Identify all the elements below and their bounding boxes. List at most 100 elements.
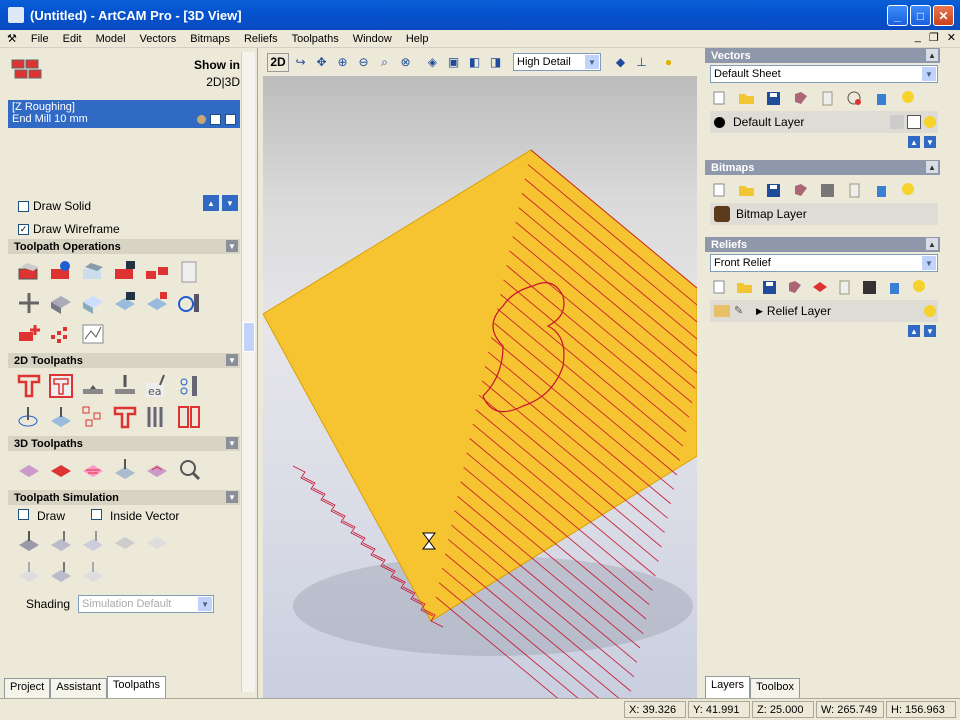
lightbulb-on-icon[interactable] [911,279,928,295]
save-icon[interactable] [765,182,782,198]
scroll-thumb[interactable] [243,322,255,352]
grayscale-icon[interactable] [819,182,836,198]
rotate-icon[interactable]: ↪ [291,53,310,72]
draw-wireframe-row[interactable]: ✓ Draw Wireframe [18,222,240,236]
toolpath-info-icon[interactable] [48,259,74,285]
simulate-selected-icon[interactable] [80,528,106,554]
shading-select[interactable]: Simulation Default ▼ [78,595,215,613]
delete-simulation-icon[interactable] [16,559,42,585]
front-view-icon[interactable]: ▣ [444,53,463,72]
layer-up-arrow-icon[interactable]: ▲ [908,136,920,148]
lock-icon[interactable] [890,115,904,129]
reliefs-header[interactable]: Reliefs ▲ [705,237,940,252]
merge-layers-icon[interactable] [846,90,863,106]
shaded-icon[interactable]: ◆ [611,53,630,72]
tab-toolpaths[interactable]: Toolpaths [106,676,166,698]
relief-down-arrow-icon[interactable]: ▼ [924,325,936,337]
dropdown-arrow-icon[interactable]: ▼ [585,55,599,69]
left-view-icon[interactable]: ◧ [465,53,484,72]
combine-relief-icon[interactable] [811,279,828,295]
dropdown-arrow-icon[interactable]: ▼ [922,67,936,81]
open-folder-icon[interactable] [738,182,755,198]
tab-layers[interactable]: Layers [705,676,751,698]
tab-assistant[interactable]: Assistant [50,678,107,698]
move-down-arrow-icon[interactable]: ▼ [222,195,238,211]
2d-view-button[interactable]: 2D [267,52,289,72]
save-icon[interactable] [765,90,782,106]
toolpath-drawing-icon[interactable] [80,321,106,347]
menu-file[interactable]: File [24,33,56,45]
relief-layer-icon[interactable] [714,305,730,317]
z-level-roughing-icon[interactable] [80,456,106,482]
toolpath-operations-header[interactable]: Toolpath Operations ▼ [8,239,240,254]
layer-down-arrow-icon[interactable]: ▼ [924,136,936,148]
calculate-toolpath-icon[interactable] [16,259,42,285]
dropdown-arrow-icon[interactable]: ▼ [922,256,936,270]
feature-machining-icon[interactable] [48,404,74,430]
area-clearance-icon[interactable] [48,373,74,399]
material-setup-icon[interactable] [48,290,74,316]
toolpath-stack-icon[interactable] [10,56,44,84]
edit-toolpath-icon[interactable] [80,259,106,285]
bitmap-thumbnail-icon[interactable] [714,206,730,222]
tab-toolbox[interactable]: Toolbox [750,678,800,698]
mdi-close-button[interactable]: ✕ [947,31,956,44]
toolpath-tools-icon[interactable] [176,290,202,316]
save-toolpath-icon[interactable] [112,259,138,285]
add-relief-icon[interactable]: ✎ [734,304,750,318]
collapse-icon[interactable]: ▼ [226,354,238,366]
toolpath-points-icon[interactable] [48,321,74,347]
bitmaps-header[interactable]: Bitmaps ▲ [705,160,940,175]
toolpath-template-icon[interactable] [144,290,170,316]
3d-toolpaths-header[interactable]: 3D Toolpaths ▼ [8,436,240,451]
mdi-minimize-button[interactable]: _ [915,31,921,44]
draw-solid-checkbox[interactable] [18,201,29,213]
menu-edit[interactable]: Edit [56,33,89,45]
relief-up-arrow-icon[interactable]: ▲ [908,325,920,337]
visibility-bulb-icon[interactable] [924,116,936,128]
light-bulb-icon[interactable]: ● [659,53,678,72]
tab-project[interactable]: Project [4,678,51,698]
expand-arrow-icon[interactable]: ▶ [756,306,763,317]
collapse-icon[interactable]: ▲ [926,238,938,250]
collapse-icon[interactable]: ▼ [226,491,238,503]
pen-icon[interactable] [907,115,921,129]
menu-window[interactable]: Window [346,33,399,45]
menu-bitmaps[interactable]: Bitmaps [183,33,237,45]
show-modes-label[interactable]: 2D|3D [206,75,240,89]
simulation-block-2-icon[interactable] [144,528,170,554]
relief-layer-row[interactable]: ✎ ▶ Relief Layer [710,300,938,322]
relief-select[interactable]: Front Relief ▼ [710,254,938,272]
collapse-icon[interactable]: ▼ [226,437,238,449]
layer-properties-icon[interactable] [819,90,836,106]
left-scrollbar[interactable] [241,52,255,692]
show-2d-checkbox[interactable] [210,114,221,125]
transform-toolpath-icon[interactable] [16,290,42,316]
machine-relief-icon[interactable] [176,404,202,430]
rest-machining-icon[interactable] [112,456,138,482]
menu-toolpaths[interactable]: Toolpaths [285,33,346,45]
copy-layer-icon[interactable] [792,182,809,198]
show-3d-checkbox[interactable]: ✓ [225,114,236,125]
vectors-header[interactable]: Vectors ▲ [705,48,940,63]
new-layer-icon[interactable] [711,90,728,106]
menu-help[interactable]: Help [399,33,436,45]
collapse-icon[interactable]: ▲ [926,49,938,61]
bitmap-layer-row[interactable]: Bitmap Layer [710,203,938,225]
merge-toolpaths-icon[interactable] [144,259,170,285]
rough-relief-icon[interactable] [48,456,74,482]
collapse-icon[interactable]: ▲ [926,161,938,173]
detail-select[interactable]: High Detail ▼ [513,53,601,71]
iso-view-icon[interactable]: ◈ [423,53,442,72]
menu-model[interactable]: Model [89,33,133,45]
minimize-button[interactable]: _ [887,5,908,26]
sequence-icon[interactable] [80,404,106,430]
sim-inside-vector-checkbox[interactable] [91,509,103,520]
2d-toolpaths-header[interactable]: 2D Toolpaths ▼ [8,353,240,368]
pan-icon[interactable]: ✥ [312,53,331,72]
simulation-block-icon[interactable] [112,528,138,554]
toolpath-simulation-header[interactable]: Toolpath Simulation ▼ [8,490,240,505]
drilling-icon[interactable] [176,373,202,399]
profile-toolpath-icon[interactable] [16,373,42,399]
zoom-fit-icon[interactable]: ⊗ [396,53,415,72]
